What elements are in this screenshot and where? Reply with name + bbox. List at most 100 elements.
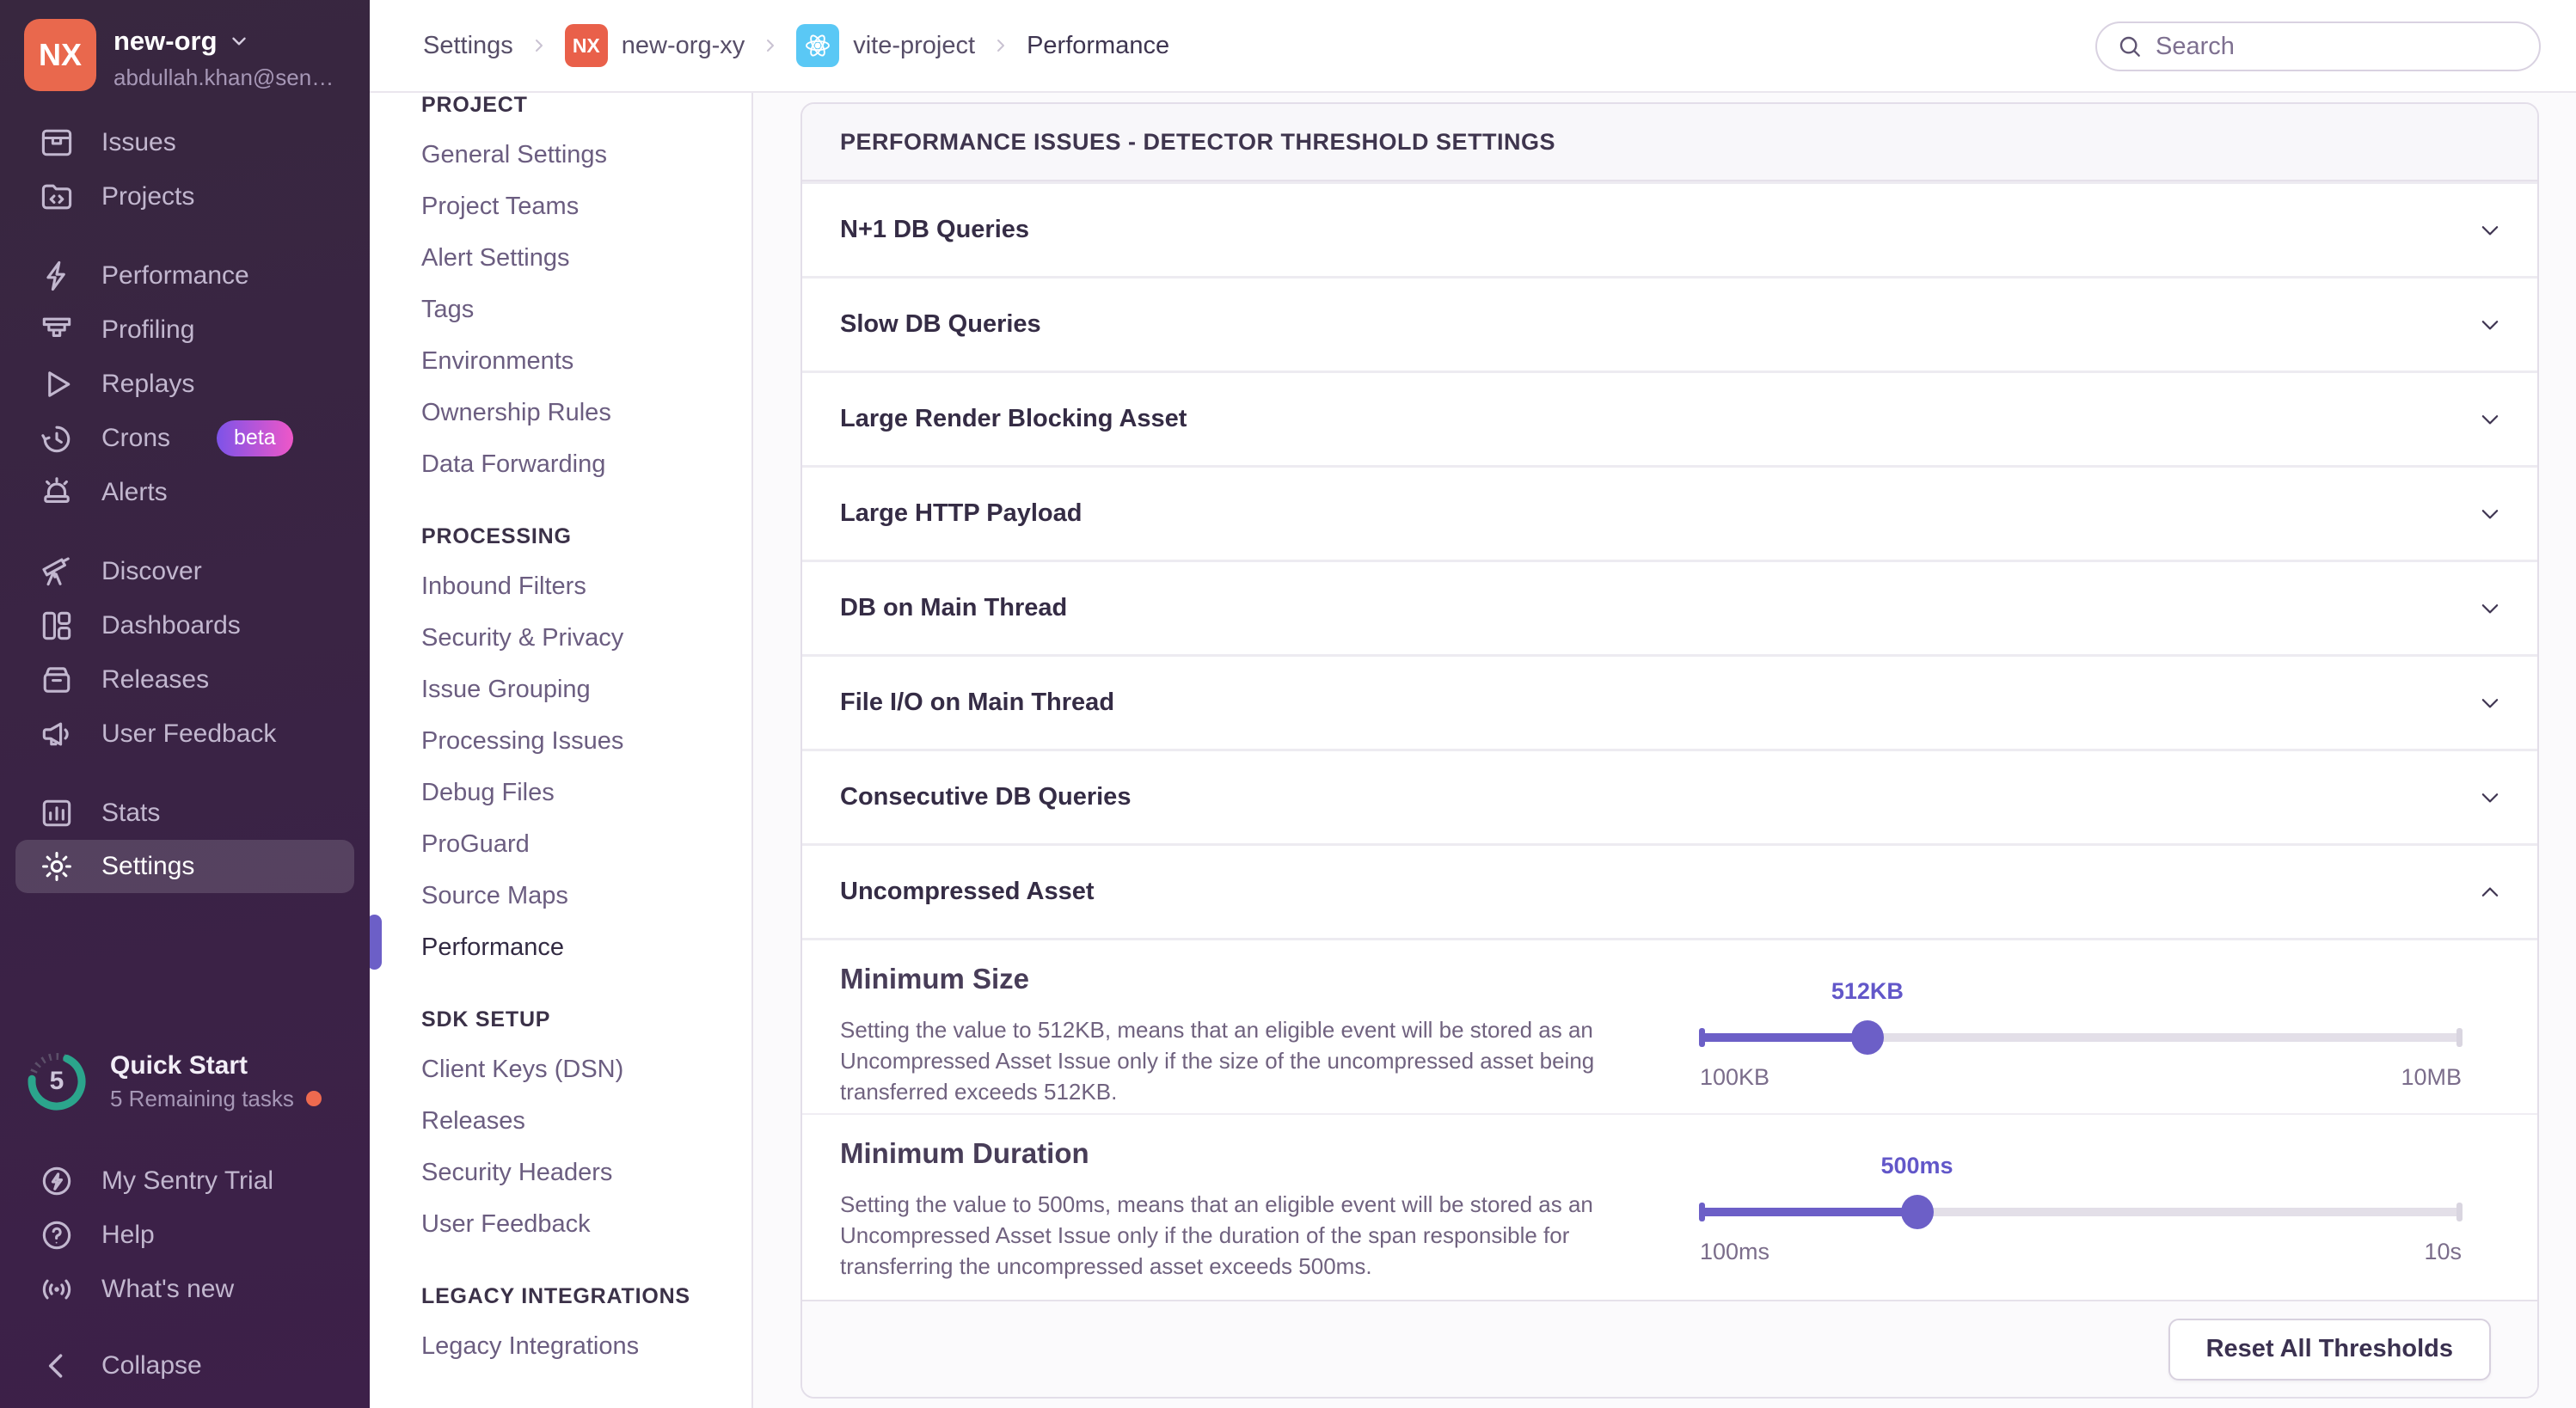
chevron-down-icon [2477, 312, 2503, 338]
sidebar-item-issues[interactable]: Issues [0, 115, 370, 169]
settings-nav-item-debug-files[interactable]: Debug Files [421, 767, 738, 818]
sidebar-item-performance[interactable]: Performance [0, 248, 370, 303]
settings-nav-item-security-headers[interactable]: Security Headers [421, 1147, 738, 1198]
accordion-row-label: N+1 DB Queries [840, 216, 1029, 244]
org-avatar: NX [24, 19, 96, 91]
quick-start[interactable]: 5 Quick Start 5 Remaining tasks [26, 1050, 322, 1112]
quick-start-subtitle: 5 Remaining tasks [110, 1086, 294, 1112]
slider-min-label: 100KB [1700, 1064, 1769, 1091]
accordion-row-large-render-blocking-asset[interactable]: Large Render Blocking Asset [802, 370, 2537, 465]
setting-minimum-size: Minimum Size Setting the value to 512KB,… [802, 938, 2537, 1113]
minimum-size-slider: 512KB 100KB 10MB [1700, 978, 2462, 1107]
section-title: LEGACY INTEGRATIONS [421, 1272, 738, 1320]
settings-nav-item-security-privacy[interactable]: Security & Privacy [421, 612, 738, 664]
sidebar-item-user-feedback[interactable]: User Feedback [0, 707, 370, 761]
settings-nav-item-issue-grouping[interactable]: Issue Grouping [421, 664, 738, 715]
settings-nav-item-performance[interactable]: Performance [421, 921, 738, 973]
sidebar-item-stats[interactable]: Stats [0, 786, 370, 840]
chevron-right-icon [991, 35, 1011, 56]
settings-nav-item-tags[interactable]: Tags [421, 284, 738, 335]
sidebar-item-label: Releases [101, 665, 209, 695]
org-chip: NX [565, 24, 608, 67]
sidebar-item-alerts[interactable]: Alerts [0, 465, 370, 519]
slider-thumb[interactable] [1901, 1195, 1934, 1229]
sidebar-item-whats-new[interactable]: What's new [0, 1262, 370, 1316]
sidebar-collapse: Collapse [0, 1338, 370, 1393]
settings-nav-item-environments[interactable]: Environments [421, 335, 738, 387]
sidebar-item-label: Dashboards [101, 611, 241, 640]
breadcrumb-settings[interactable]: Settings [423, 32, 513, 60]
issues-icon [38, 124, 76, 162]
settings-nav-item-processing-issues[interactable]: Processing Issues [421, 715, 738, 767]
sidebar-item-my-sentry-trial[interactable]: My Sentry Trial [0, 1154, 370, 1208]
settings-nav-item-client-keys[interactable]: Client Keys (DSN) [421, 1044, 738, 1095]
sidebar-item-label: Performance [101, 261, 249, 291]
accordion-row-file-io-on-main-thread[interactable]: File I/O on Main Thread [802, 654, 2537, 749]
breadcrumb-project-label: vite-project [853, 32, 975, 60]
chevron-up-icon [2477, 879, 2503, 905]
sidebar-item-projects[interactable]: Projects [0, 169, 370, 223]
chevron-right-icon [529, 35, 549, 56]
chevron-down-icon [2477, 501, 2503, 527]
slider-value-label: 512KB [1831, 978, 1904, 1005]
settings-nav-item-source-maps[interactable]: Source Maps [421, 870, 738, 921]
sidebar-item-help[interactable]: Help [0, 1208, 370, 1262]
panel-title: PERFORMANCE ISSUES - DETECTOR THRESHOLD … [802, 104, 2537, 181]
setting-name: Minimum Duration [840, 1137, 1089, 1170]
collapse-label: Collapse [101, 1351, 202, 1380]
trial-bolt-icon [38, 1162, 76, 1200]
sidebar-item-label: Replays [101, 370, 194, 399]
breadcrumb-org-label: new-org-xy [622, 32, 745, 60]
chevron-down-icon [2477, 785, 2503, 811]
accordion-row-db-on-main-thread[interactable]: DB on Main Thread [802, 560, 2537, 654]
setting-minimum-duration: Minimum Duration Setting the value to 50… [802, 1113, 2537, 1300]
settings-nav-item-alert-settings[interactable]: Alert Settings [421, 232, 738, 284]
breadcrumb-org[interactable]: NX new-org-xy [565, 24, 745, 67]
slider-thumb[interactable] [1851, 1020, 1884, 1055]
sidebar-item-discover[interactable]: Discover [0, 544, 370, 598]
sidebar-item-dashboards[interactable]: Dashboards [0, 598, 370, 652]
sidebar-item-label: Stats [101, 799, 160, 828]
settings-nav-item-user-feedback[interactable]: User Feedback [421, 1198, 738, 1250]
slider-end-cap [2456, 1203, 2463, 1221]
sidebar-item-releases[interactable]: Releases [0, 652, 370, 707]
accordion-row-large-http-payload[interactable]: Large HTTP Payload [802, 465, 2537, 560]
accordion-row-consecutive-db-queries[interactable]: Consecutive DB Queries [802, 749, 2537, 843]
minimum-duration-slider: 500ms 100ms 10s [1700, 1153, 2462, 1282]
settings-nav-item-inbound-filters[interactable]: Inbound Filters [421, 560, 738, 612]
sidebar-item-profiling[interactable]: Profiling [0, 303, 370, 357]
accordion-row-slow-db-queries[interactable]: Slow DB Queries [802, 276, 2537, 370]
broadcast-icon [38, 1270, 76, 1308]
sidebar-item-replays[interactable]: Replays [0, 357, 370, 411]
section-title: PROCESSING [421, 512, 738, 560]
search-bar [2095, 21, 2541, 71]
nav-group-admin: Stats Settings [0, 786, 370, 893]
main-content: PERFORMANCE ISSUES - DETECTOR THRESHOLD … [753, 95, 2576, 1408]
section-title: SDK SETUP [421, 995, 738, 1044]
settings-nav-item-releases[interactable]: Releases [421, 1095, 738, 1147]
slider-max-label: 10s [2424, 1239, 2462, 1265]
collapse-button[interactable]: Collapse [0, 1338, 370, 1393]
sidebar-item-crons[interactable]: Crons beta [0, 411, 370, 465]
settings-nav-item-proguard[interactable]: ProGuard [421, 818, 738, 870]
stats-icon [38, 794, 76, 832]
settings-nav-item-general-settings[interactable]: General Settings [421, 129, 738, 181]
reset-all-thresholds-button[interactable]: Reset All Thresholds [2168, 1319, 2491, 1380]
accordion-row-label: Consecutive DB Queries [840, 783, 1131, 811]
sidebar-item-settings[interactable]: Settings [15, 840, 354, 893]
quick-start-title: Quick Start [110, 1051, 322, 1080]
settings-nav-item-data-forwarding[interactable]: Data Forwarding [421, 438, 738, 490]
accordion-row-label: Large Render Blocking Asset [840, 405, 1187, 433]
settings-nav-item-ownership-rules[interactable]: Ownership Rules [421, 387, 738, 438]
accordion-row-uncompressed-asset[interactable]: Uncompressed Asset [802, 843, 2537, 938]
sidebar-item-label: Issues [101, 128, 176, 157]
breadcrumb-project[interactable]: vite-project [796, 24, 975, 67]
slider-end-cap [2456, 1028, 2463, 1047]
settings-nav-item-project-teams[interactable]: Project Teams [421, 181, 738, 232]
accordion-row-n-plus-one-db-queries[interactable]: N+1 DB Queries [802, 181, 2537, 276]
search-input[interactable] [2156, 33, 2520, 61]
org-switcher[interactable]: NX new-org abdullah.khan@sen… [24, 19, 334, 91]
performance-icon [38, 257, 76, 295]
slider-start-cap [1699, 1203, 1705, 1221]
settings-nav-item-legacy-integrations[interactable]: Legacy Integrations [421, 1320, 738, 1372]
